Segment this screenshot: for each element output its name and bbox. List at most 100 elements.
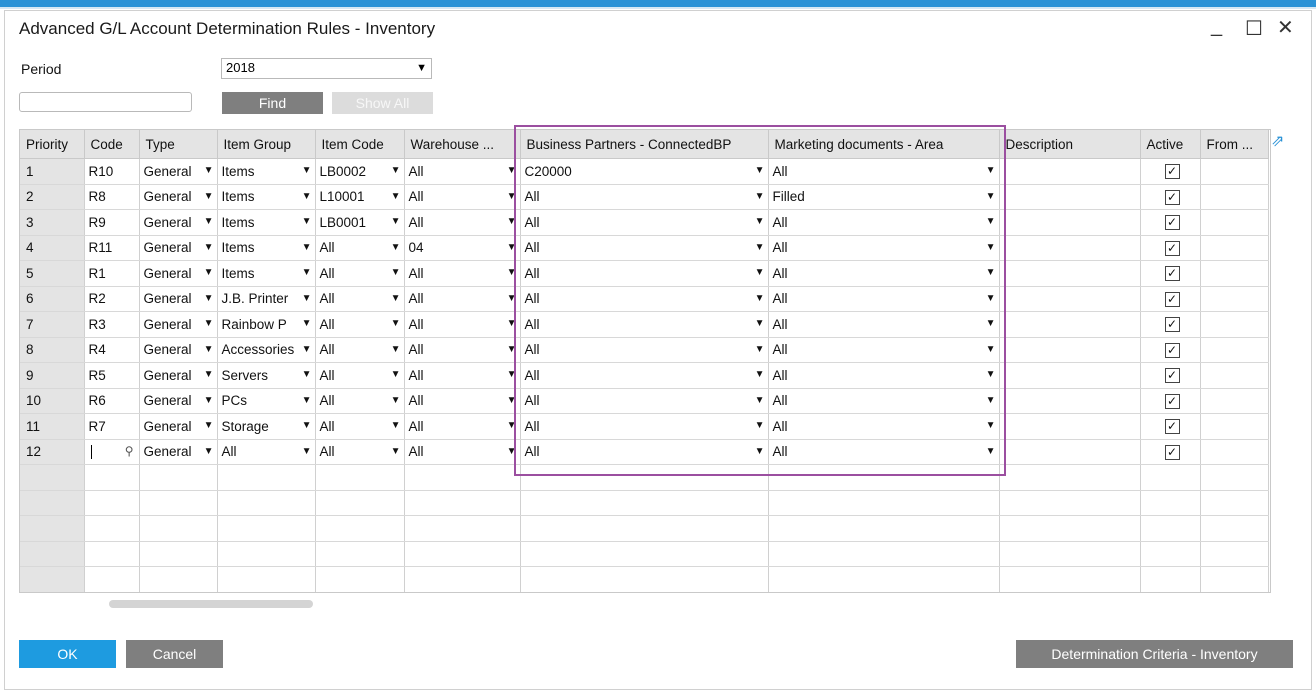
from-cell[interactable]: [1200, 362, 1269, 389]
warehouse-cell[interactable]: All ▼: [404, 362, 521, 389]
marketing-area-cell[interactable]: All ▼: [768, 209, 1000, 236]
empty-cell[interactable]: [404, 464, 521, 491]
empty-cell[interactable]: [1140, 515, 1201, 542]
dropdown-arrow-icon[interactable]: ▼: [391, 191, 401, 202]
dropdown-arrow-icon[interactable]: ▼: [755, 191, 765, 202]
item-code-cell[interactable]: L10001 ▼: [315, 184, 405, 210]
empty-cell[interactable]: [315, 464, 405, 491]
checkbox-checked-icon[interactable]: ✓: [1164, 189, 1180, 205]
table-row[interactable]: 5 R1 General ▼ Items ▼ All ▼ All ▼ All ▼ All ▼ ✓: [20, 260, 1269, 287]
dropdown-arrow-icon[interactable]: ▼: [986, 420, 996, 431]
empty-cell[interactable]: [84, 490, 140, 516]
col-header-active[interactable]: Active: [1140, 130, 1201, 159]
empty-cell[interactable]: [1200, 541, 1269, 567]
dropdown-arrow-icon[interactable]: ▼: [302, 395, 312, 406]
code-cell[interactable]: R10: [84, 158, 140, 185]
empty-cell[interactable]: [768, 490, 1000, 516]
item-code-cell[interactable]: LB0001 ▼: [315, 209, 405, 236]
marketing-area-cell[interactable]: Filled ▼: [768, 184, 1000, 210]
dropdown-arrow-icon[interactable]: ▼: [204, 446, 214, 457]
from-cell[interactable]: [1200, 158, 1269, 185]
type-cell[interactable]: General ▼: [139, 235, 218, 261]
dropdown-arrow-icon[interactable]: ▼: [986, 216, 996, 227]
dropdown-arrow-icon[interactable]: ▼: [986, 318, 996, 329]
marketing-area-cell[interactable]: All ▼: [768, 439, 1000, 465]
item-group-cell[interactable]: Items ▼: [217, 260, 316, 287]
code-cell[interactable]: R9: [84, 209, 140, 236]
dropdown-arrow-icon[interactable]: ▼: [755, 420, 765, 431]
active-cell[interactable]: ✓: [1140, 184, 1201, 210]
table-row[interactable]: 10 R6 General ▼ PCs ▼ All ▼ All ▼ All ▼ All ▼ ✓: [20, 388, 1269, 414]
item-code-cell[interactable]: All ▼: [315, 388, 405, 414]
dropdown-arrow-icon[interactable]: ▼: [986, 165, 996, 176]
find-button[interactable]: Find: [222, 92, 323, 114]
dropdown-arrow-icon[interactable]: ▼: [755, 165, 765, 176]
business-partner-cell[interactable]: All ▼: [520, 439, 769, 465]
search-input[interactable]: [19, 92, 192, 112]
warehouse-cell[interactable]: All ▼: [404, 158, 521, 185]
col-header-item-code[interactable]: Item Code: [315, 130, 405, 159]
item-code-cell[interactable]: All ▼: [315, 362, 405, 389]
warehouse-cell[interactable]: All ▼: [404, 286, 521, 312]
table-row[interactable]: 2 R8 General ▼ Items ▼ L10001 ▼ All ▼ All ▼ Filled ▼ ✓: [20, 184, 1269, 210]
empty-cell[interactable]: [315, 541, 405, 567]
type-cell[interactable]: General ▼: [139, 413, 218, 440]
description-cell[interactable]: [999, 158, 1141, 185]
marketing-area-cell[interactable]: All ▼: [768, 337, 1000, 363]
active-cell[interactable]: ✓: [1140, 413, 1201, 440]
table-row[interactable]: 12 ⚲ General ▼ All ▼ All ▼ All ▼ All ▼ All ▼ ✓: [20, 439, 1269, 465]
warehouse-cell[interactable]: All ▼: [404, 413, 521, 440]
item-code-cell[interactable]: All ▼: [315, 260, 405, 287]
active-cell[interactable]: ✓: [1140, 439, 1201, 465]
dropdown-arrow-icon[interactable]: ▼: [391, 293, 401, 304]
type-cell[interactable]: General ▼: [139, 311, 218, 338]
dropdown-arrow-icon[interactable]: ▼: [302, 191, 312, 202]
dropdown-arrow-icon[interactable]: ▼: [204, 395, 214, 406]
empty-table-row[interactable]: [20, 541, 1269, 567]
warehouse-cell[interactable]: All ▼: [404, 184, 521, 210]
dropdown-arrow-icon[interactable]: ▼: [507, 420, 517, 431]
checkbox-checked-icon[interactable]: ✓: [1164, 368, 1180, 384]
item-group-cell[interactable]: Rainbow P ▼: [217, 311, 316, 338]
dropdown-arrow-icon[interactable]: ▼: [755, 395, 765, 406]
empty-cell[interactable]: [520, 566, 769, 592]
marketing-area-cell[interactable]: All ▼: [768, 158, 1000, 185]
empty-table-row[interactable]: [20, 515, 1269, 542]
from-cell[interactable]: [1200, 235, 1269, 261]
empty-cell[interactable]: [1200, 566, 1269, 592]
from-cell[interactable]: [1200, 337, 1269, 363]
from-cell[interactable]: [1200, 209, 1269, 236]
table-link-icon[interactable]: ⇗: [1271, 131, 1287, 150]
dropdown-arrow-icon[interactable]: ▼: [755, 446, 765, 457]
code-cell[interactable]: R7: [84, 413, 140, 440]
item-code-cell[interactable]: LB0002 ▼: [315, 158, 405, 185]
from-cell[interactable]: [1200, 184, 1269, 210]
from-cell[interactable]: [1200, 286, 1269, 312]
type-cell[interactable]: General ▼: [139, 158, 218, 185]
item-group-cell[interactable]: Items ▼: [217, 235, 316, 261]
marketing-area-cell[interactable]: All ▼: [768, 388, 1000, 414]
dropdown-arrow-icon[interactable]: ▼: [302, 369, 312, 380]
dropdown-arrow-icon[interactable]: ▼: [302, 267, 312, 278]
item-group-cell[interactable]: All ▼: [217, 439, 316, 465]
business-partner-cell[interactable]: All ▼: [520, 235, 769, 261]
active-cell[interactable]: ✓: [1140, 388, 1201, 414]
dropdown-arrow-icon[interactable]: ▼: [755, 369, 765, 380]
dropdown-arrow-icon[interactable]: ▼: [302, 318, 312, 329]
empty-cell[interactable]: [520, 541, 769, 567]
col-header-description[interactable]: Description: [999, 130, 1141, 159]
minimize-icon[interactable]: _: [1211, 15, 1222, 38]
dropdown-arrow-icon[interactable]: ▼: [391, 216, 401, 227]
empty-cell[interactable]: [768, 464, 1000, 491]
description-cell[interactable]: [999, 413, 1141, 440]
warehouse-cell[interactable]: All ▼: [404, 260, 521, 287]
dropdown-arrow-icon[interactable]: ▼: [755, 293, 765, 304]
dropdown-arrow-icon[interactable]: ▼: [204, 293, 214, 304]
dropdown-arrow-icon[interactable]: ▼: [204, 191, 214, 202]
item-code-cell[interactable]: All ▼: [315, 337, 405, 363]
item-code-cell[interactable]: All ▼: [315, 413, 405, 440]
warehouse-cell[interactable]: All ▼: [404, 388, 521, 414]
dropdown-arrow-icon[interactable]: ▼: [986, 267, 996, 278]
dropdown-arrow-icon[interactable]: ▼: [507, 267, 517, 278]
dropdown-arrow-icon[interactable]: ▼: [302, 216, 312, 227]
